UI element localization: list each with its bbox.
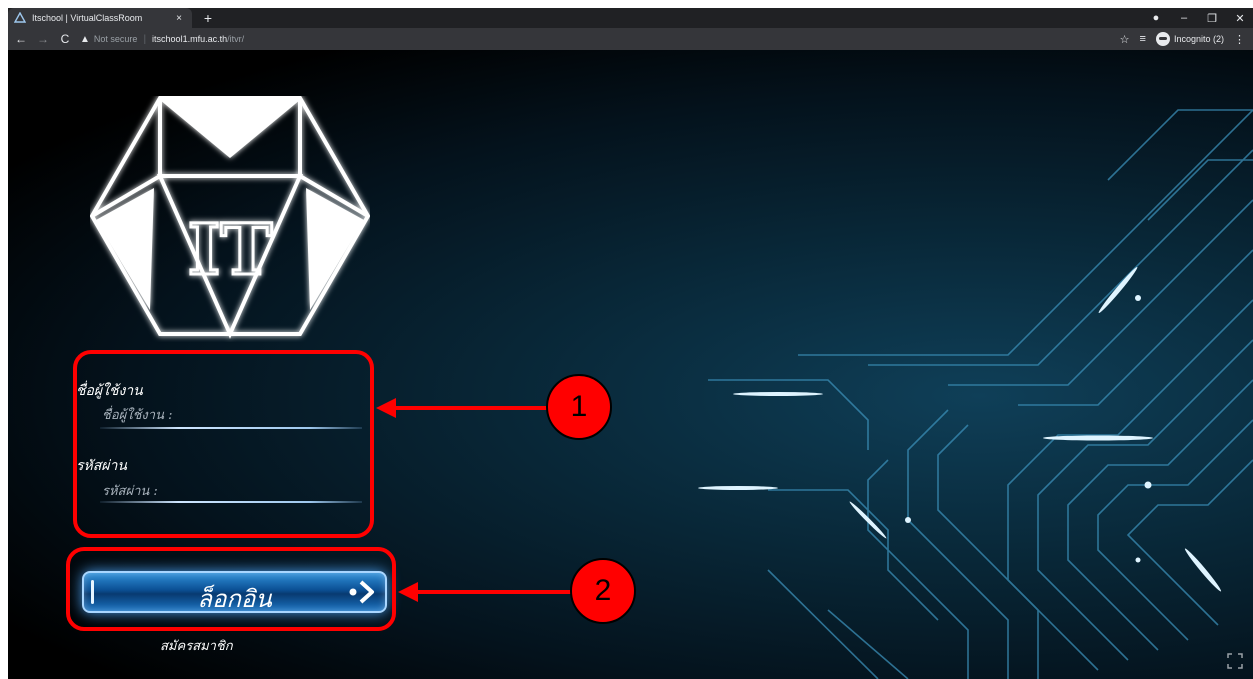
browser-tab-strip: Itschool | VirtualClassRoom × + ● – ❐ ✕ bbox=[8, 8, 1253, 28]
minimize-icon[interactable]: – bbox=[1177, 12, 1191, 24]
restore-icon[interactable]: ❐ bbox=[1205, 12, 1219, 25]
annotation-badge-2: 2 bbox=[570, 558, 636, 624]
bookmark-star-icon[interactable]: ☆ bbox=[1120, 33, 1130, 46]
incognito-indicator[interactable]: Incognito (2) bbox=[1155, 32, 1224, 46]
it-logo: IT bbox=[90, 96, 370, 339]
menu-icon[interactable]: ⋮ bbox=[1234, 33, 1245, 46]
forward-icon[interactable]: → bbox=[34, 32, 52, 46]
reload-icon[interactable]: C bbox=[56, 32, 74, 46]
window-controls: ● – ❐ ✕ bbox=[1149, 8, 1247, 28]
tab-title: Itschool | VirtualClassRoom bbox=[32, 13, 143, 23]
annotation-box-login bbox=[66, 547, 396, 631]
logo-text: IT bbox=[188, 208, 273, 291]
reading-list-icon[interactable]: ≡ bbox=[1140, 33, 1146, 45]
annotation-arrow-1-icon bbox=[376, 398, 554, 418]
not-secure-label: Not secure bbox=[93, 34, 138, 44]
close-window-icon[interactable]: ✕ bbox=[1233, 12, 1247, 25]
incognito-label: Incognito (2) bbox=[1173, 34, 1224, 44]
back-icon[interactable]: ← bbox=[12, 32, 30, 46]
annotation-arrow-2-icon bbox=[398, 582, 576, 602]
warning-icon: ▲ bbox=[80, 33, 90, 45]
register-link[interactable]: สมัครสมาชิก bbox=[160, 635, 233, 656]
toolbar-right: ☆ ≡ Incognito (2) ⋮ bbox=[1120, 28, 1245, 50]
annotation-badge-1: 1 bbox=[546, 374, 612, 440]
annotation-box-credentials bbox=[73, 350, 374, 538]
new-tab-button[interactable]: + bbox=[200, 10, 216, 26]
incognito-icon bbox=[1155, 32, 1170, 46]
browser-tab[interactable]: Itschool | VirtualClassRoom × bbox=[8, 8, 192, 28]
fullscreen-icon[interactable] bbox=[1227, 653, 1243, 669]
site-favicon-icon bbox=[14, 12, 26, 23]
browser-toolbar: ← → C ▲ Not secure | itschool1.mfu.ac.th… bbox=[8, 28, 1253, 50]
address-path: /itvr/ bbox=[227, 34, 245, 44]
address-bar[interactable]: ▲ Not secure | itschool1.mfu.ac.th /itvr… bbox=[80, 30, 244, 48]
tab-close-icon[interactable]: × bbox=[172, 13, 186, 24]
address-host: itschool1.mfu.ac.th bbox=[152, 34, 228, 44]
profile-icon[interactable]: ● bbox=[1149, 12, 1163, 24]
address-separator: | bbox=[143, 33, 147, 45]
